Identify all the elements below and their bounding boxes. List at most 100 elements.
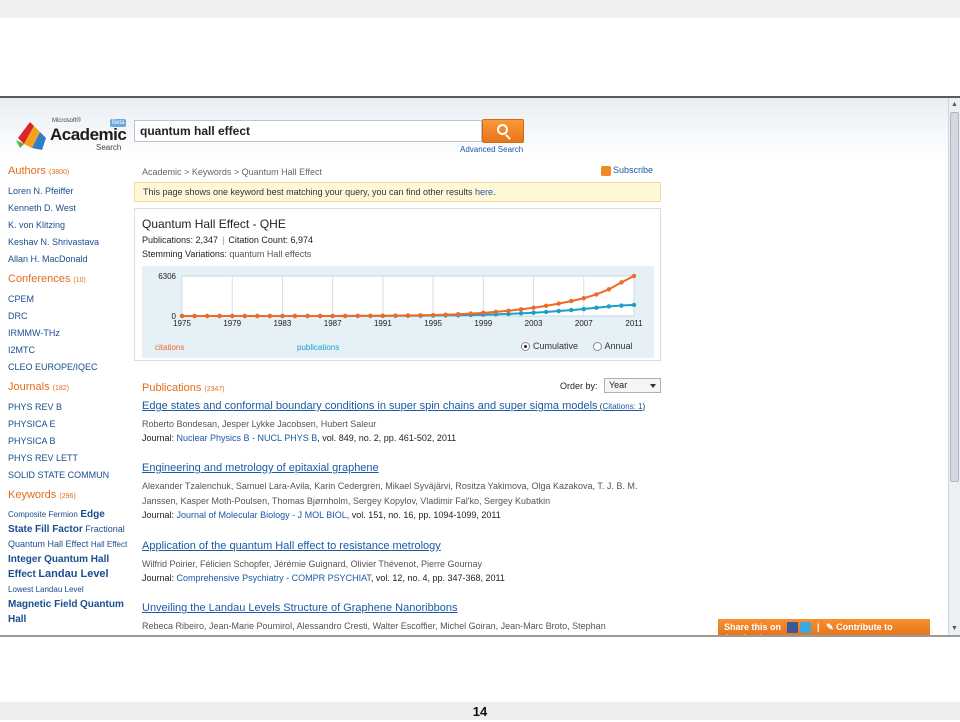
facebook-icon[interactable]	[786, 622, 798, 634]
sidebar-journal-item[interactable]: PHYS REV LETT	[8, 450, 128, 467]
sidebar-author-item[interactable]: Allan H. MacDonald	[8, 251, 128, 268]
twitter-icon[interactable]	[799, 622, 811, 634]
sidebar-journal-item[interactable]: PHYSICA E	[8, 416, 128, 433]
order-by-select[interactable]: Year	[604, 378, 661, 393]
publications-total: (2347)	[204, 386, 225, 393]
breadcrumb-keywords[interactable]: Keywords	[192, 167, 232, 177]
data-point-publications	[606, 304, 612, 309]
breadcrumb-academic[interactable]: Academic	[142, 167, 182, 177]
sidebar-conference-item[interactable]: CLEO EUROPE/IQEC	[8, 359, 128, 376]
publication-journal: Journal: Nuclear Physics B - NUCL PHYS B…	[142, 433, 652, 443]
sidebar-section-conferences[interactable]: Conferences (10)	[8, 273, 128, 285]
keyword-link[interactable]: Hall Effect	[91, 540, 127, 549]
publication-authors[interactable]: Roberto Bondesan, Jesper Lykke Jacobsen,…	[142, 417, 652, 432]
journal-prefix: Journal:	[142, 433, 177, 443]
keyword-link[interactable]: Magnetic Field	[8, 599, 77, 610]
publication-item: Engineering and metrology of epitaxial g…	[142, 462, 652, 520]
academic-search-logo[interactable]: Microsoft® Beta Academic Search	[14, 116, 129, 156]
sidebar-journals-count: (182)	[52, 385, 69, 392]
publication-authors[interactable]: Alexander Tzalenchuk, Samuel Lara-Avila,…	[142, 479, 652, 509]
data-point-citations	[606, 287, 612, 292]
sidebar-conference-item[interactable]: I2MTC	[8, 342, 128, 359]
legend-citations[interactable]: citations	[155, 343, 184, 352]
data-point-citations	[619, 280, 624, 285]
journal-prefix: Journal:	[142, 573, 177, 583]
publications-label: Publications	[142, 382, 202, 394]
order-by-value: Year	[609, 380, 628, 390]
sidebar-section-journals[interactable]: Journals (182)	[8, 381, 128, 393]
journal-link[interactable]: Nuclear Physics B - NUCL PHYS B	[177, 433, 318, 443]
radio-annual-label: Annual	[604, 341, 633, 351]
logo-academic-text: Academic	[50, 125, 127, 144]
publication-title-link[interactable]: Unveiling the Landau Levels Structure of…	[142, 602, 458, 614]
keyword-stats: Publications: 2,347 | Citation Count: 6,97…	[142, 235, 313, 245]
subscribe-link[interactable]: Subscribe	[601, 165, 653, 176]
sidebar-conferences-count: (10)	[73, 277, 86, 284]
data-point-citations	[368, 313, 373, 319]
data-point-citations	[631, 273, 637, 279]
stats-separator: |	[222, 235, 225, 245]
keyword-link[interactable]: Composite Fermion	[8, 510, 78, 519]
publication-authors[interactable]: Rebeca Ribeiro, Jean-Marie Poumirol, Ale…	[142, 619, 652, 634]
advanced-search-link[interactable]: Advanced Search	[460, 145, 523, 154]
y-tick-label: 6306	[158, 272, 176, 281]
journal-details: , vol. 849, no. 2, pp. 461-502, 2011	[317, 433, 457, 443]
journal-prefix: Journal:	[142, 510, 177, 520]
publication-title-link[interactable]: Engineering and metrology of epitaxial g…	[142, 462, 379, 474]
sidebar-conference-item[interactable]: CPEM	[8, 291, 128, 308]
publication-title-link[interactable]: Application of the quantum Hall effect t…	[142, 540, 441, 552]
data-point-citations	[380, 313, 386, 318]
sidebar-section-keywords[interactable]: Keywords (296)	[8, 489, 128, 501]
stemming-value: quantum Hall effects	[229, 249, 312, 259]
keyword-link[interactable]: Landau Level	[38, 568, 108, 580]
search-button[interactable]	[482, 119, 524, 143]
sidebar-author-item[interactable]: Loren N. Pfeiffer	[8, 183, 128, 200]
citations-link[interactable]: Citations: 1	[602, 402, 642, 411]
keyword-link[interactable]: Lowest Landau Level	[8, 585, 84, 594]
breadcrumb-sep: >	[233, 167, 240, 177]
x-tick-label: 1991	[374, 319, 392, 328]
vertical-scrollbar[interactable]: ▲ ▼	[948, 98, 960, 635]
search-input[interactable]: quantum hall effect	[134, 120, 482, 142]
data-point-citations	[217, 313, 222, 319]
notice-here-link[interactable]: here	[475, 187, 493, 197]
sidebar-journal-item[interactable]: PHYSICA B	[8, 433, 128, 450]
sidebar-keywords-count: (296)	[59, 493, 76, 500]
data-point-citations	[443, 312, 448, 317]
journal-link[interactable]: Comprehensive Psychiatry - COMPR PSYCHIA…	[177, 573, 371, 583]
data-point-citations	[506, 308, 511, 313]
sidebar-section-authors[interactable]: Authors (3800)	[8, 165, 128, 177]
sidebar-conference-item[interactable]: DRC	[8, 308, 128, 325]
sidebar-author-item[interactable]: Kenneth D. West	[8, 200, 128, 217]
notice-text: This page shows one keyword best matchin…	[143, 187, 476, 197]
sidebar-conference-item[interactable]: IRMMW-THz	[8, 325, 128, 342]
sidebar-author-item[interactable]: K. von Klitzing	[8, 217, 128, 234]
share-bar: Share this on | ✎ Contribute to Academic	[718, 619, 930, 635]
notice-banner: This page shows one keyword best matchin…	[134, 182, 661, 202]
radio-cumulative[interactable]	[521, 342, 530, 352]
sidebar-journal-item[interactable]: PHYS REV B	[8, 399, 128, 416]
journal-details: , vol. 12, no. 4, pp. 347-368, 2011	[370, 573, 505, 583]
x-tick-label: 2011	[625, 319, 643, 328]
browser-screenshot: Microsoft® Beta Academic Search quantum …	[0, 96, 960, 637]
publication-citations: (Citations: 1)	[598, 402, 645, 411]
publication-title-link[interactable]: Edge states and conformal boundary condi…	[142, 400, 598, 412]
journal-link[interactable]: Journal of Molecular Biology - J MOL BIO…	[177, 510, 347, 520]
data-point-citations	[179, 313, 185, 319]
data-point-citations	[280, 313, 285, 319]
radio-annual[interactable]	[592, 342, 602, 352]
keyword-title: Quantum Hall Effect - QHE	[142, 217, 286, 231]
scroll-down-arrow-icon[interactable]: ▼	[950, 623, 959, 634]
scroll-up-arrow-icon[interactable]: ▲	[950, 99, 959, 110]
data-point-citations	[405, 313, 411, 318]
data-point-citations	[430, 312, 436, 318]
sidebar-author-item[interactable]: Keshav N. Shrivastava	[8, 234, 128, 251]
data-point-publications	[518, 311, 524, 316]
x-tick-label: 1983	[274, 319, 292, 328]
sidebar-journal-item[interactable]: SOLID STATE COMMUN	[8, 467, 128, 484]
sidebar-conferences-label: Conferences	[8, 273, 71, 285]
data-point-citations	[343, 313, 348, 319]
scrollbar-thumb[interactable]	[950, 112, 959, 482]
publication-authors[interactable]: Wilfrid Poirier, Félicien Schopfer, Jéré…	[142, 557, 652, 572]
keyword-link[interactable]: Fill Factor	[35, 524, 83, 535]
